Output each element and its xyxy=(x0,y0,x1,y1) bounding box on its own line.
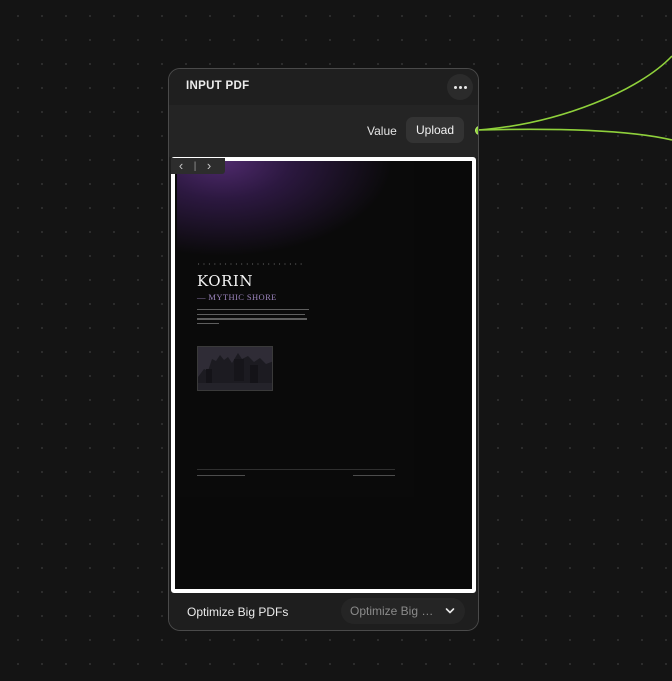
doc-subtitle: — MYTHIC SHORE xyxy=(197,292,277,302)
input-pdf-node[interactable]: INPUT PDF Value Upload • • • • • • • • •… xyxy=(168,68,479,631)
doc-footer-left xyxy=(197,475,245,477)
more-horizontal-icon xyxy=(453,85,457,89)
optimize-select[interactable]: Optimize Big PDFs xyxy=(341,598,465,624)
value-label: Value xyxy=(367,124,397,138)
optimize-label: Optimize Big PDFs xyxy=(187,605,289,619)
chevron-down-icon xyxy=(445,608,455,614)
output-port[interactable] xyxy=(475,126,478,135)
optimize-select-value: Optimize Big PDFs xyxy=(350,604,438,618)
page-separator: | xyxy=(193,160,197,172)
doc-image xyxy=(197,346,273,391)
doc-title: KORIN xyxy=(197,272,253,290)
pdf-page: • • • • • • • • • • • • • • • • • • • • … xyxy=(177,161,414,497)
node-menu-button[interactable] xyxy=(447,74,473,100)
doc-tagline: • • • • • • • • • • • • • • • • • • • • xyxy=(198,262,304,266)
chevron-right-icon[interactable]: › xyxy=(199,158,219,174)
node-header[interactable]: INPUT PDF xyxy=(169,69,478,105)
value-row: Value Upload xyxy=(169,105,478,157)
node-title: INPUT PDF xyxy=(186,80,250,92)
optimize-row: Optimize Big PDFs Optimize Big PDFs xyxy=(169,595,478,630)
chevron-left-icon[interactable]: ‹ xyxy=(171,158,191,174)
doc-footer-rule xyxy=(197,469,395,470)
page-nav: ‹ | › xyxy=(171,158,225,174)
doc-footer-right xyxy=(353,475,395,477)
pdf-preview[interactable]: • • • • • • • • • • • • • • • • • • • • … xyxy=(171,157,476,593)
upload-button[interactable]: Upload xyxy=(406,117,464,143)
doc-body-text xyxy=(197,309,309,327)
